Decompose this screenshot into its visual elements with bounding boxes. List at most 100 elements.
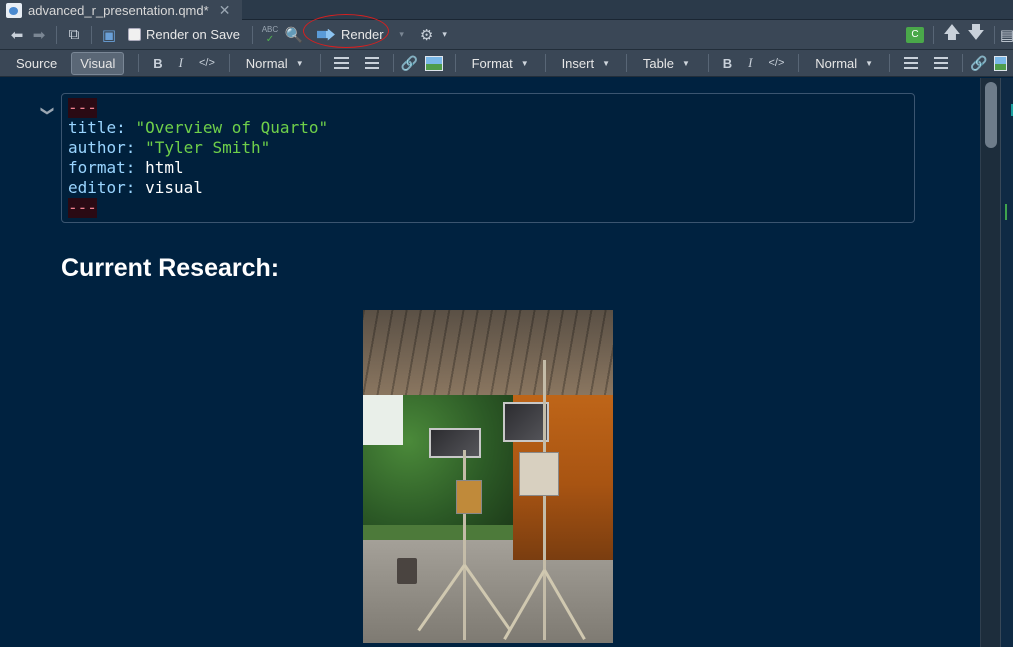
gear-icon[interactable]: ⚙ (416, 20, 438, 50)
forward-arrow-icon[interactable]: ➡ (28, 20, 50, 50)
italic-button-secondary[interactable]: I (740, 55, 760, 71)
bullet-list-icon[interactable] (334, 57, 349, 69)
insert-image-icon[interactable] (424, 55, 443, 71)
show-in-window-icon[interactable]: ⧉ (63, 20, 85, 50)
link-icon[interactable]: 🔗 (400, 48, 419, 78)
outline-icon[interactable]: ▤ (1000, 20, 1013, 50)
toolbar-separator (544, 54, 546, 72)
code-button[interactable]: </> (191, 57, 223, 69)
go-to-next-section-icon[interactable]: 🡇 (964, 20, 988, 50)
render-button[interactable]: Render (302, 13, 394, 50)
format-menu-label: Format (471, 55, 513, 71)
chevron-down-icon: ▼ (295, 58, 304, 68)
render-options-caret-icon[interactable]: ▾ (394, 20, 410, 50)
bold-button-secondary[interactable]: B (715, 56, 740, 71)
block-style-dropdown[interactable]: Normal ▼ (236, 56, 314, 71)
render-label: Render (340, 27, 384, 42)
pane-change-marker (1005, 204, 1007, 220)
numbered-list-icon-secondary[interactable] (934, 57, 949, 69)
toolbar-separator (91, 25, 92, 44)
block-style-value: Normal (245, 55, 288, 71)
tab-advanced-r-presentation[interactable]: advanced_r_presentation.qmd* ✕ (0, 0, 242, 20)
editor-scrollbar[interactable] (980, 78, 1000, 647)
toolbar-separator (798, 54, 800, 72)
yaml-format-key: format (68, 158, 126, 177)
right-pane-edge (1000, 78, 1013, 647)
quarto-file-icon (6, 2, 22, 18)
italic-button[interactable]: I (171, 55, 191, 71)
toolbar-separator (994, 25, 995, 44)
photo-solar-panel (429, 428, 481, 458)
photo-bucket (397, 558, 417, 584)
yaml-editor-key: editor (68, 178, 126, 197)
link-icon-secondary[interactable]: 🔗 (969, 48, 988, 78)
yaml-line-close: --- (68, 198, 914, 218)
bullet-list-icon-secondary[interactable] (903, 57, 919, 69)
chevron-down-icon: ▼ (602, 58, 610, 68)
block-style-value-secondary: Normal (815, 55, 858, 71)
render-on-save-checkbox[interactable] (128, 28, 141, 41)
find-replace-icon[interactable]: 🔍 (281, 20, 307, 50)
photo-pole (463, 450, 466, 640)
yaml-front-matter[interactable]: --- title: "Overview of Quarto" author: … (61, 93, 915, 223)
toolbar-separator (228, 54, 230, 72)
format-menu[interactable]: Format ▼ (462, 56, 539, 71)
chevron-down-icon: ▼ (865, 58, 874, 68)
render-arrow-icon (316, 28, 335, 41)
yaml-line-title: title: "Overview of Quarto" (68, 118, 329, 137)
yaml-line-author: author: "Tyler Smith" (68, 138, 271, 157)
yaml-line-format: format: html (68, 158, 184, 177)
insert-menu[interactable]: Insert ▼ (552, 56, 620, 71)
numbered-list-icon[interactable] (364, 57, 379, 69)
collapse-yaml-chevron-icon[interactable]: ❯ (39, 106, 55, 117)
insert-chunk-icon[interactable]: C (903, 20, 927, 50)
code-button-secondary[interactable]: </> (760, 57, 792, 69)
toolbar-separator (138, 54, 140, 72)
toolbar-separator (56, 25, 57, 44)
editor-toolbar: ⬅ ➡ ⧉ ▣ Render on Save ABC ✓ 🔍 Render ▾ ⚙… (0, 13, 1013, 50)
save-icon[interactable]: ▣ (98, 20, 120, 50)
toolbar-separator (707, 54, 709, 72)
render-on-save-label: Render on Save (146, 27, 240, 42)
yaml-title-value: "Overview of Quarto" (135, 118, 329, 137)
toolbar-separator (319, 54, 321, 72)
toolbar-separator (251, 25, 253, 44)
go-to-previous-section-icon[interactable]: 🡅 (940, 20, 964, 50)
yaml-author-key: author (68, 138, 126, 157)
toolbar-separator (392, 54, 394, 72)
document-heading[interactable]: Current Research: (61, 254, 279, 283)
research-photo[interactable] (363, 310, 613, 643)
photo-logger-box-2 (519, 452, 559, 496)
photo-roof (363, 310, 613, 395)
visual-format-bar: Source Visual B I </> Normal ▼ 🔗 Format ▼ … (0, 50, 1013, 77)
yaml-line-editor: editor: visual (68, 178, 203, 197)
spellcheck-label: ABC (261, 24, 279, 34)
photo-pole-2 (543, 360, 546, 640)
insert-menu-label: Insert (561, 55, 595, 71)
table-menu[interactable]: Table ▼ (633, 56, 700, 71)
back-arrow-icon[interactable]: ⬅ (6, 20, 28, 50)
visual-mode-tab[interactable]: Visual (71, 51, 125, 75)
spellcheck-icon[interactable]: ABC ✓ (259, 20, 281, 50)
table-menu-label: Table (642, 55, 674, 71)
tab-filename: advanced_r_presentation.qmd* (28, 2, 209, 18)
yaml-format-value: html (145, 158, 184, 177)
toolbar-separator (933, 25, 934, 44)
source-mode-tab[interactable]: Source (8, 53, 65, 74)
photo-logger-box (456, 480, 482, 514)
close-tab-icon[interactable]: ✕ (219, 2, 231, 19)
yaml-editor-value: visual (145, 178, 203, 197)
gear-caret-icon[interactable]: ▾ (438, 20, 452, 50)
toolbar-separator (889, 54, 890, 72)
block-style-dropdown-secondary[interactable]: Normal ▼ (805, 56, 883, 71)
toolbar-separator (962, 54, 963, 72)
toolbar-separator (626, 54, 627, 72)
scrollbar-thumb[interactable] (985, 82, 997, 148)
yaml-dashes-close: --- (68, 198, 97, 218)
insert-image-icon-secondary[interactable] (994, 55, 1007, 71)
yaml-author-value: "Tyler Smith" (145, 138, 271, 157)
yaml-line-open: --- (68, 98, 914, 118)
bold-button[interactable]: B (145, 56, 170, 71)
yaml-dashes-open: --- (68, 98, 97, 118)
toolbar-separator (454, 54, 456, 72)
